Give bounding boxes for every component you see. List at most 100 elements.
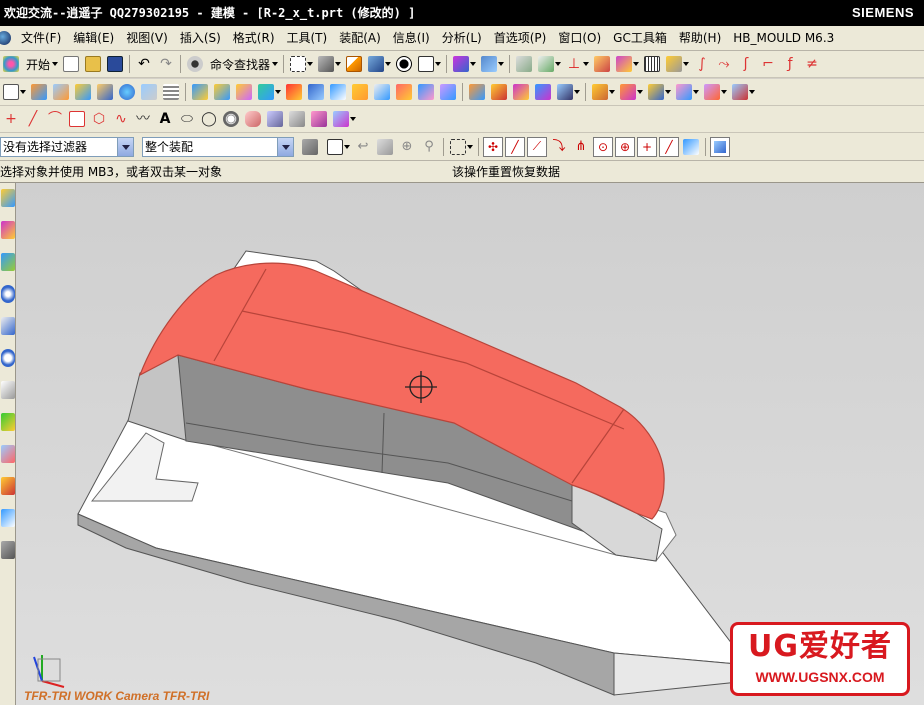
save-icon[interactable] bbox=[107, 56, 124, 72]
menu-assemblies[interactable]: 装配(A) bbox=[333, 27, 387, 49]
intersect-icon[interactable] bbox=[236, 84, 252, 100]
menu-help[interactable]: 帮助(H) bbox=[673, 27, 727, 49]
command-finder-button[interactable]: 命令查找器 bbox=[210, 56, 270, 73]
project-curve-icon[interactable]: ƒ bbox=[782, 56, 798, 72]
type-filter-combo[interactable]: 没有选择过滤器 bbox=[0, 136, 134, 157]
sketch-icon[interactable] bbox=[3, 84, 19, 100]
layer-dropdown-icon[interactable] bbox=[435, 62, 442, 66]
start-icon[interactable] bbox=[3, 56, 19, 72]
render-style-icon[interactable] bbox=[318, 56, 335, 72]
replace-face-icon[interactable] bbox=[396, 84, 412, 100]
split-body-icon[interactable] bbox=[440, 84, 456, 100]
curve-dropdown-icon[interactable] bbox=[350, 117, 356, 121]
snap-endpoint-toggle[interactable]: ╱ bbox=[505, 136, 525, 157]
command-finder-dropdown-icon[interactable] bbox=[272, 62, 279, 66]
rectangle-select-icon[interactable] bbox=[450, 138, 466, 155]
boolean-dropdown-icon[interactable] bbox=[275, 90, 281, 94]
sketch-dropdown-icon[interactable] bbox=[20, 90, 26, 94]
ejector-icon[interactable] bbox=[732, 84, 748, 100]
intersection-point-icon[interactable]: ⋔ bbox=[573, 139, 589, 155]
snap-existing-point-toggle[interactable]: + bbox=[637, 136, 657, 157]
app-menu-icon[interactable] bbox=[0, 31, 11, 45]
undo-icon[interactable]: ↶ bbox=[136, 56, 152, 72]
standard-parts-dropdown-icon[interactable] bbox=[721, 90, 727, 94]
deselect-icon[interactable] bbox=[377, 138, 393, 155]
face-rule-icon[interactable]: ⊕ bbox=[399, 139, 415, 155]
chevron-down-icon[interactable] bbox=[277, 137, 293, 156]
cylinder-icon[interactable] bbox=[97, 84, 113, 100]
spline-icon[interactable]: ∿ bbox=[113, 111, 129, 127]
curve-icon[interactable]: ∫ bbox=[694, 56, 710, 72]
point-icon[interactable]: + bbox=[3, 111, 19, 127]
clipboard-dropdown-icon[interactable] bbox=[555, 62, 562, 66]
shaded-cube-icon[interactable] bbox=[368, 56, 385, 72]
start-button[interactable]: 开始 bbox=[26, 56, 50, 73]
circle-icon[interactable]: ◯ bbox=[201, 111, 217, 127]
shell-icon[interactable] bbox=[330, 84, 346, 100]
offset-icon[interactable] bbox=[223, 111, 239, 127]
composite-icon[interactable] bbox=[267, 111, 283, 127]
fit-view-icon[interactable] bbox=[290, 56, 307, 72]
hd3d-tools-icon[interactable] bbox=[1, 317, 15, 335]
menu-edit[interactable]: 编辑(E) bbox=[67, 27, 120, 49]
standard-parts-icon[interactable] bbox=[704, 84, 720, 100]
menu-information[interactable]: 信息(I) bbox=[387, 27, 436, 49]
mirror-curve-icon[interactable] bbox=[311, 111, 327, 127]
offset-curve-icon[interactable]: ⤳ bbox=[716, 56, 732, 72]
history-icon[interactable] bbox=[1, 349, 15, 367]
join-curve-icon[interactable] bbox=[333, 111, 349, 127]
open-folder-icon[interactable] bbox=[85, 56, 102, 72]
wcs-icon[interactable] bbox=[481, 56, 498, 72]
menu-format[interactable]: 格式(R) bbox=[227, 27, 281, 49]
analysis-icon[interactable] bbox=[616, 56, 633, 72]
menu-analysis[interactable]: 分析(L) bbox=[436, 27, 488, 49]
offset-face-icon[interactable] bbox=[374, 84, 390, 100]
assembly-navigator-icon[interactable] bbox=[1, 189, 15, 207]
extrude-icon[interactable] bbox=[31, 84, 47, 100]
mold-dropdown-icon[interactable] bbox=[609, 90, 615, 94]
background-color-icon[interactable] bbox=[396, 56, 413, 72]
surface-dropdown-icon[interactable] bbox=[574, 90, 580, 94]
mesh-surface-icon[interactable] bbox=[535, 84, 551, 100]
patch-body-icon[interactable] bbox=[418, 84, 434, 100]
constraint-navigator-icon[interactable] bbox=[1, 221, 15, 239]
thicken-icon[interactable] bbox=[491, 84, 507, 100]
core-cavity-icon[interactable] bbox=[648, 84, 664, 100]
hole-icon[interactable] bbox=[141, 84, 157, 100]
thread-icon[interactable] bbox=[163, 84, 179, 100]
select-mode-dropdown-icon[interactable] bbox=[467, 144, 473, 149]
datum-dropdown-icon[interactable] bbox=[583, 62, 590, 66]
section-dropdown-icon[interactable] bbox=[470, 62, 477, 66]
menu-window[interactable]: 窗口(O) bbox=[552, 27, 607, 49]
feature-filter-dropdown-icon[interactable] bbox=[344, 144, 350, 149]
extract-icon[interactable] bbox=[289, 111, 305, 127]
menu-hb-mould[interactable]: HB_MOULD M6.3 bbox=[727, 27, 840, 49]
system-scenes-icon[interactable] bbox=[1, 509, 15, 527]
work-layer-icon[interactable] bbox=[418, 56, 435, 72]
wcs-dropdown-icon[interactable] bbox=[498, 62, 505, 66]
paste-icon[interactable] bbox=[538, 56, 555, 72]
menu-view[interactable]: 视图(V) bbox=[120, 27, 174, 49]
selection-scope-combo[interactable]: 整个装配 bbox=[142, 136, 294, 157]
sew-icon[interactable] bbox=[469, 84, 485, 100]
ruler-icon[interactable] bbox=[644, 56, 661, 72]
polygon-icon[interactable]: ⬡ bbox=[91, 111, 107, 127]
snap-point-toggle[interactable]: ✣ bbox=[483, 136, 503, 157]
revolve-icon[interactable] bbox=[53, 84, 69, 100]
shaded-dropdown-icon[interactable] bbox=[385, 62, 392, 66]
chamfer-icon[interactable] bbox=[308, 84, 324, 100]
measure-dropdown-icon[interactable] bbox=[683, 62, 690, 66]
subtract-icon[interactable] bbox=[214, 84, 230, 100]
mold-wizard-icon[interactable] bbox=[592, 84, 608, 100]
snap-on-curve-toggle[interactable]: ╱ bbox=[659, 136, 679, 157]
roles-icon[interactable] bbox=[1, 477, 15, 495]
view-dropdown-icon[interactable] bbox=[307, 62, 314, 66]
select-all-icon[interactable]: ↩ bbox=[355, 139, 371, 155]
render-dropdown-icon[interactable] bbox=[335, 62, 342, 66]
sphere-icon[interactable] bbox=[119, 84, 135, 100]
draft-icon[interactable] bbox=[352, 84, 368, 100]
chevron-down-icon[interactable] bbox=[117, 137, 133, 156]
menu-insert[interactable]: 插入(S) bbox=[174, 27, 227, 49]
wrap-icon[interactable] bbox=[245, 111, 261, 127]
control-point-icon[interactable]: ⤵ bbox=[551, 139, 567, 155]
